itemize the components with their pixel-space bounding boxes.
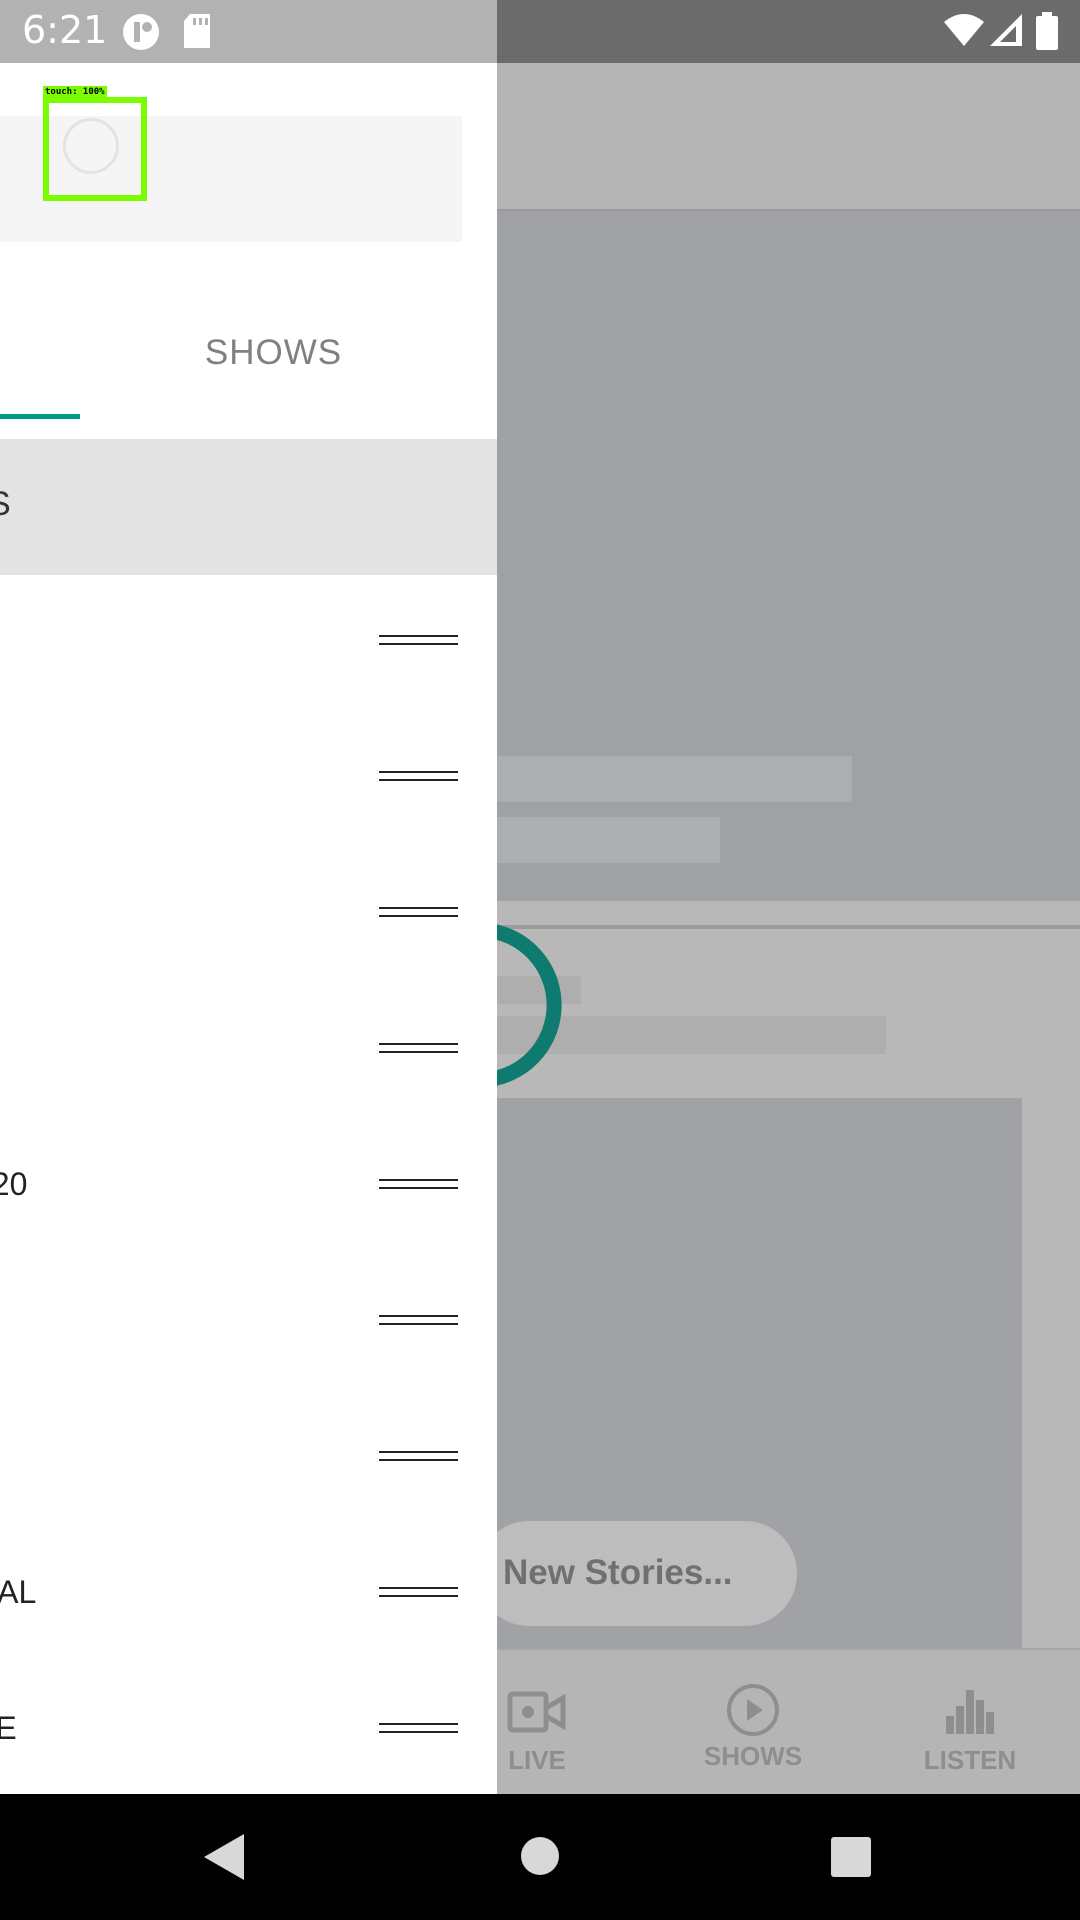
- status-bar: 6:21: [0, 0, 1080, 63]
- touch-indicator: [43, 97, 147, 201]
- tab-shows[interactable]: SHOWS: [0, 333, 497, 373]
- tab-listen-label: LISTEN: [923, 1745, 1017, 1775]
- selected-list-item[interactable]: S: [0, 439, 497, 575]
- drag-handle-icon[interactable]: [379, 907, 458, 917]
- list-item[interactable]: [0, 575, 497, 711]
- sd-card-icon: [184, 14, 210, 48]
- drag-handle-icon[interactable]: [379, 1723, 458, 1733]
- drag-handle-icon[interactable]: [379, 1587, 458, 1597]
- drag-handle-icon[interactable]: [379, 1043, 458, 1053]
- drag-handle-icon[interactable]: [379, 771, 458, 781]
- system-nav-bar: [0, 1794, 1080, 1920]
- new-stories-label: New Stories...: [503, 1553, 733, 1592]
- list-item[interactable]: [0, 847, 497, 983]
- cell-signal-icon: [990, 14, 1022, 46]
- list-item[interactable]: 020: [0, 1119, 497, 1255]
- touch-indicator-label: touch: 100%: [43, 86, 107, 98]
- drag-handle-icon[interactable]: [379, 1315, 458, 1325]
- home-icon[interactable]: [520, 1836, 560, 1876]
- equalizer-icon: [946, 1690, 994, 1734]
- list-item[interactable]: [0, 1255, 497, 1391]
- status-time: 6:21: [22, 8, 108, 52]
- list-item[interactable]: [0, 711, 497, 847]
- wifi-icon: [944, 14, 984, 46]
- tab-listen[interactable]: LISTEN: [900, 1688, 1040, 1776]
- selected-list-item-label: S: [0, 485, 11, 524]
- play-circle-icon: [727, 1684, 779, 1736]
- background-app-header: [497, 63, 1080, 211]
- background-app[interactable]: New Stories... LIVE SHOWS LISTEN: [497, 63, 1080, 1794]
- list-item[interactable]: NAL: [0, 1527, 497, 1663]
- hero-placeholder: [497, 211, 1080, 901]
- loading-spinner-icon: [497, 924, 562, 1086]
- recents-icon[interactable]: [831, 1837, 871, 1877]
- navigation-drawer: touch: 100% SHOWS S 020 O NAL VE: [0, 63, 497, 1794]
- placeholder-line: [497, 817, 720, 863]
- tab-indicator: [0, 414, 80, 419]
- drag-handle-icon[interactable]: [379, 1451, 458, 1461]
- notification-app-icon: [123, 14, 159, 50]
- battery-icon: [1036, 12, 1058, 50]
- list-item-label: NAL: [0, 1574, 37, 1610]
- tab-live-label: LIVE: [508, 1745, 566, 1775]
- list-item[interactable]: VE: [0, 1663, 497, 1794]
- drag-handle-icon[interactable]: [379, 635, 458, 645]
- tab-live[interactable]: LIVE: [497, 1688, 607, 1776]
- back-icon[interactable]: [204, 1834, 244, 1880]
- drag-handle-icon[interactable]: [379, 1179, 458, 1189]
- list-item[interactable]: [0, 983, 497, 1119]
- tab-shows-bottom[interactable]: SHOWS: [683, 1684, 823, 1772]
- list-item-label: VE: [0, 1710, 17, 1746]
- video-camera-icon: [507, 1691, 566, 1733]
- list-item[interactable]: O: [0, 1391, 497, 1527]
- placeholder-line: [497, 756, 852, 802]
- list-item-label: 020: [0, 1166, 28, 1202]
- tab-shows-label: SHOWS: [703, 1741, 803, 1771]
